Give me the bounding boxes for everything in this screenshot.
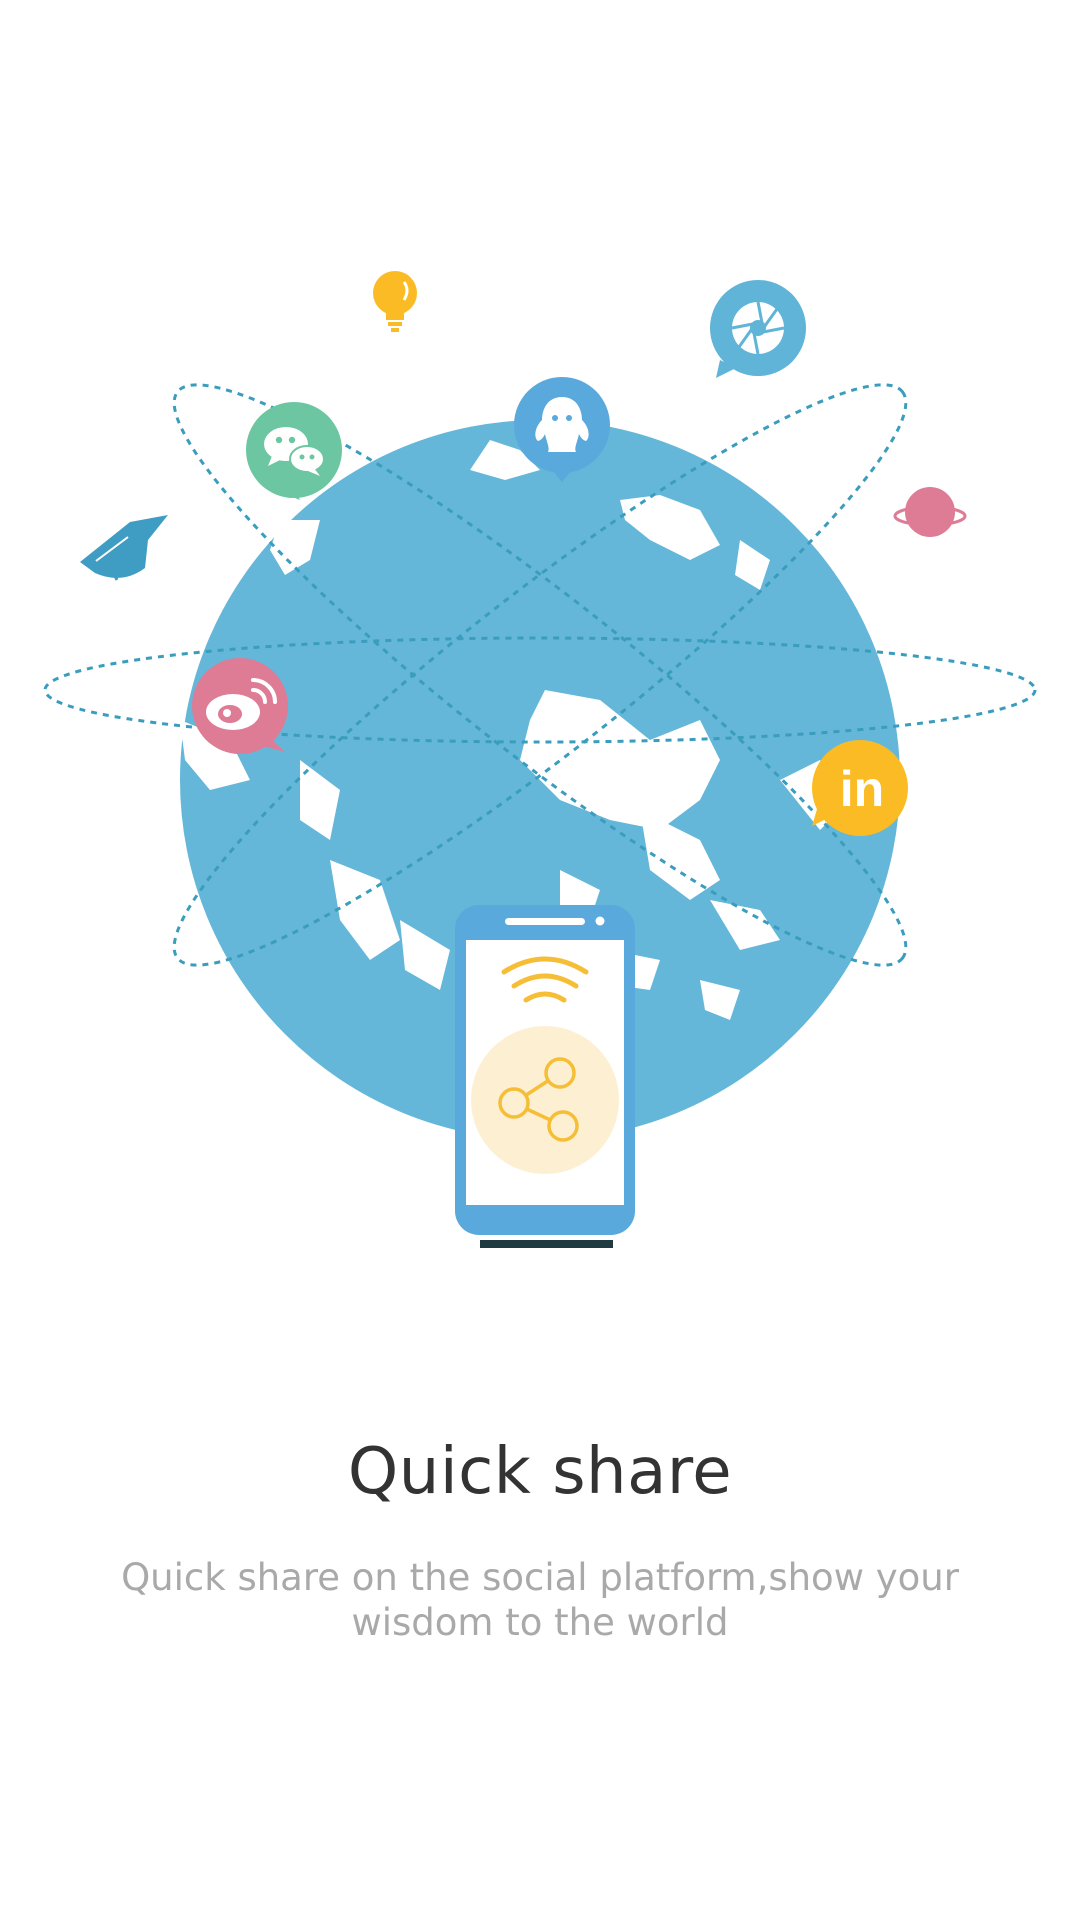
camera-shutter-icon: [710, 280, 806, 378]
linkedin-label: in: [840, 761, 884, 817]
weibo-icon: [192, 658, 288, 754]
wechat-icon: [246, 402, 342, 500]
onboarding-illustration: in: [43, 271, 1037, 1248]
lightbulb-icon: [373, 271, 417, 332]
page-subtitle: Quick share on the social platform,show …: [121, 1556, 959, 1644]
linkedin-icon: in: [812, 740, 908, 836]
planet-icon: [893, 487, 967, 537]
graduation-cap-icon: [80, 515, 168, 581]
phone-illustration: [455, 905, 635, 1248]
page-title: Quick share: [347, 1435, 733, 1509]
